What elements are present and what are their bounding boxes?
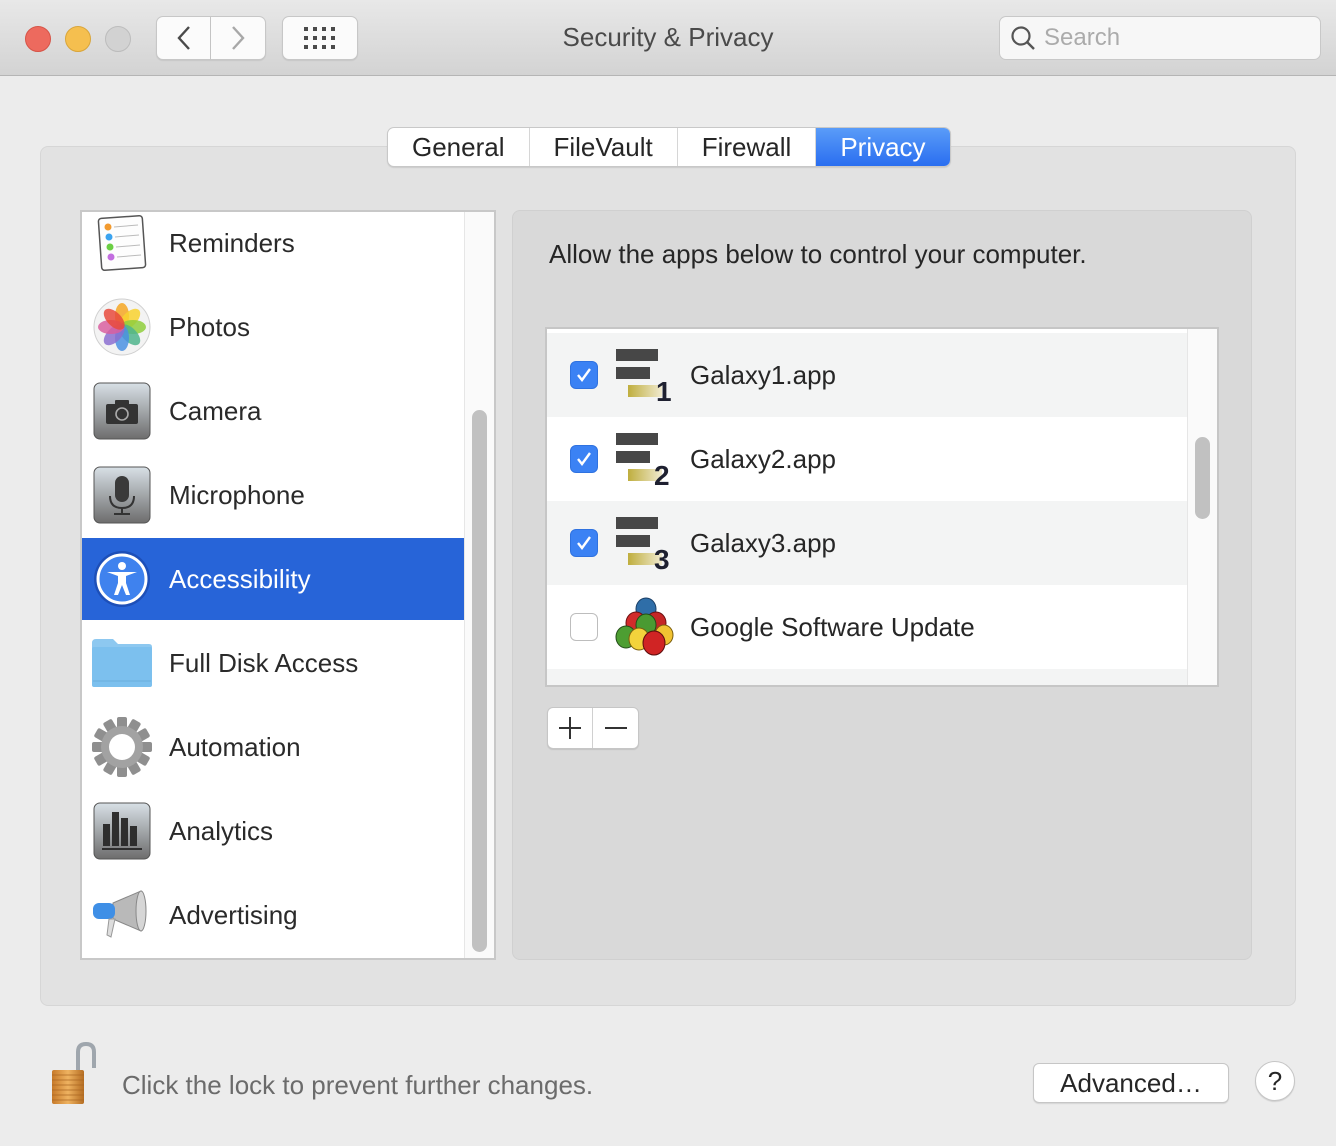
checkmark-icon xyxy=(577,536,591,550)
app-list-scrollbar[interactable] xyxy=(1187,329,1217,685)
lock-button[interactable] xyxy=(46,1041,98,1108)
app-checkbox[interactable] xyxy=(570,613,598,641)
app-row-google-software-update[interactable]: Google Software Update xyxy=(547,585,1189,669)
tab-bar: General FileVault Firewall Privacy xyxy=(387,127,951,167)
sidebar-scroll-thumb[interactable] xyxy=(472,410,487,952)
photos-icon xyxy=(91,296,153,358)
app-row-partial xyxy=(547,669,1189,685)
svg-text:3: 3 xyxy=(654,544,670,575)
lock-status-text: Click the lock to prevent further change… xyxy=(122,1070,594,1100)
sidebar-item-accessibility[interactable]: Accessibility xyxy=(82,538,464,620)
sidebar-scrollbar[interactable] xyxy=(464,212,494,958)
sidebar-item-label: Camera xyxy=(169,395,262,426)
sidebar-item-camera[interactable]: Camera xyxy=(82,370,464,452)
folder-icon xyxy=(91,632,153,694)
galaxy-app-icon: 2 xyxy=(612,427,680,491)
panel-description: Allow the apps below to control your com… xyxy=(549,239,1087,269)
megaphone-icon xyxy=(91,884,153,946)
sidebar-item-automation[interactable]: Automation xyxy=(82,706,464,788)
add-app-button[interactable] xyxy=(548,708,594,748)
app-checkbox[interactable] xyxy=(570,445,598,473)
accessibility-panel: Allow the apps below to control your com… xyxy=(512,210,1252,960)
tab-filevault[interactable]: FileVault xyxy=(530,128,678,166)
advanced-button[interactable]: Advanced… xyxy=(1033,1063,1229,1103)
title-bar: Security & Privacy xyxy=(0,0,1336,76)
app-row-galaxy1[interactable]: 1 Galaxy1.app xyxy=(547,333,1189,417)
galaxy-app-icon: 3 xyxy=(612,511,680,575)
analytics-icon xyxy=(91,800,153,862)
sidebar-item-label: Photos xyxy=(169,311,250,342)
microphone-icon xyxy=(91,464,153,526)
sidebar-item-photos[interactable]: Photos xyxy=(82,286,464,368)
google-software-update-icon xyxy=(612,595,680,659)
camera-icon xyxy=(91,380,153,442)
checkmark-icon xyxy=(577,452,591,466)
app-name: Galaxy3.app xyxy=(690,527,836,558)
sidebar-item-microphone[interactable]: Microphone xyxy=(82,454,464,536)
app-list: 1 Galaxy1.app 2 Galaxy2.app 3 Galaxy3.ap… xyxy=(545,327,1219,687)
app-name: Galaxy2.app xyxy=(690,443,836,474)
sidebar-item-advertising[interactable]: Advertising xyxy=(82,874,464,956)
privacy-category-list: Reminders Photos Camera Microphone Acces… xyxy=(80,210,496,960)
tab-general[interactable]: General xyxy=(388,128,530,166)
add-remove-control xyxy=(547,707,639,749)
sidebar-item-label: Full Disk Access xyxy=(169,647,359,678)
app-list-scroll-thumb[interactable] xyxy=(1195,437,1210,519)
unlocked-padlock-icon xyxy=(52,1041,96,1104)
search-icon xyxy=(1011,26,1035,50)
sidebar-item-label: Reminders xyxy=(169,227,295,258)
tab-firewall[interactable]: Firewall xyxy=(678,128,817,166)
app-name: Galaxy1.app xyxy=(690,359,836,390)
accessibility-icon xyxy=(91,548,153,610)
app-name: Google Software Update xyxy=(690,611,975,642)
sidebar-item-label: Microphone xyxy=(169,479,305,510)
search-input[interactable] xyxy=(1044,24,1304,52)
app-row-galaxy3[interactable]: 3 Galaxy3.app xyxy=(547,501,1189,585)
sidebar-item-analytics[interactable]: Analytics xyxy=(82,790,464,872)
sidebar-item-label: Accessibility xyxy=(169,563,311,594)
galaxy-app-icon: 1 xyxy=(612,343,680,407)
tab-privacy[interactable]: Privacy xyxy=(816,128,950,166)
sidebar-item-full-disk-access[interactable]: Full Disk Access xyxy=(82,622,464,704)
app-row-galaxy2[interactable]: 2 Galaxy2.app xyxy=(547,417,1189,501)
plus-icon xyxy=(559,717,581,739)
help-button[interactable]: ? xyxy=(1255,1061,1295,1101)
sidebar-item-label: Advertising xyxy=(169,899,298,930)
svg-text:2: 2 xyxy=(654,460,670,491)
remove-app-button[interactable] xyxy=(593,708,638,748)
app-checkbox[interactable] xyxy=(570,529,598,557)
reminders-icon xyxy=(91,212,153,274)
sidebar-item-label: Analytics xyxy=(169,815,274,846)
gear-icon xyxy=(91,716,153,778)
svg-text:1: 1 xyxy=(656,376,672,407)
checkmark-icon xyxy=(577,368,591,382)
minus-icon xyxy=(604,727,627,729)
app-checkbox[interactable] xyxy=(570,361,598,389)
sidebar-item-label: Automation xyxy=(169,731,301,762)
search-field[interactable] xyxy=(999,16,1321,60)
sidebar-item-reminders[interactable]: Reminders xyxy=(82,212,464,284)
